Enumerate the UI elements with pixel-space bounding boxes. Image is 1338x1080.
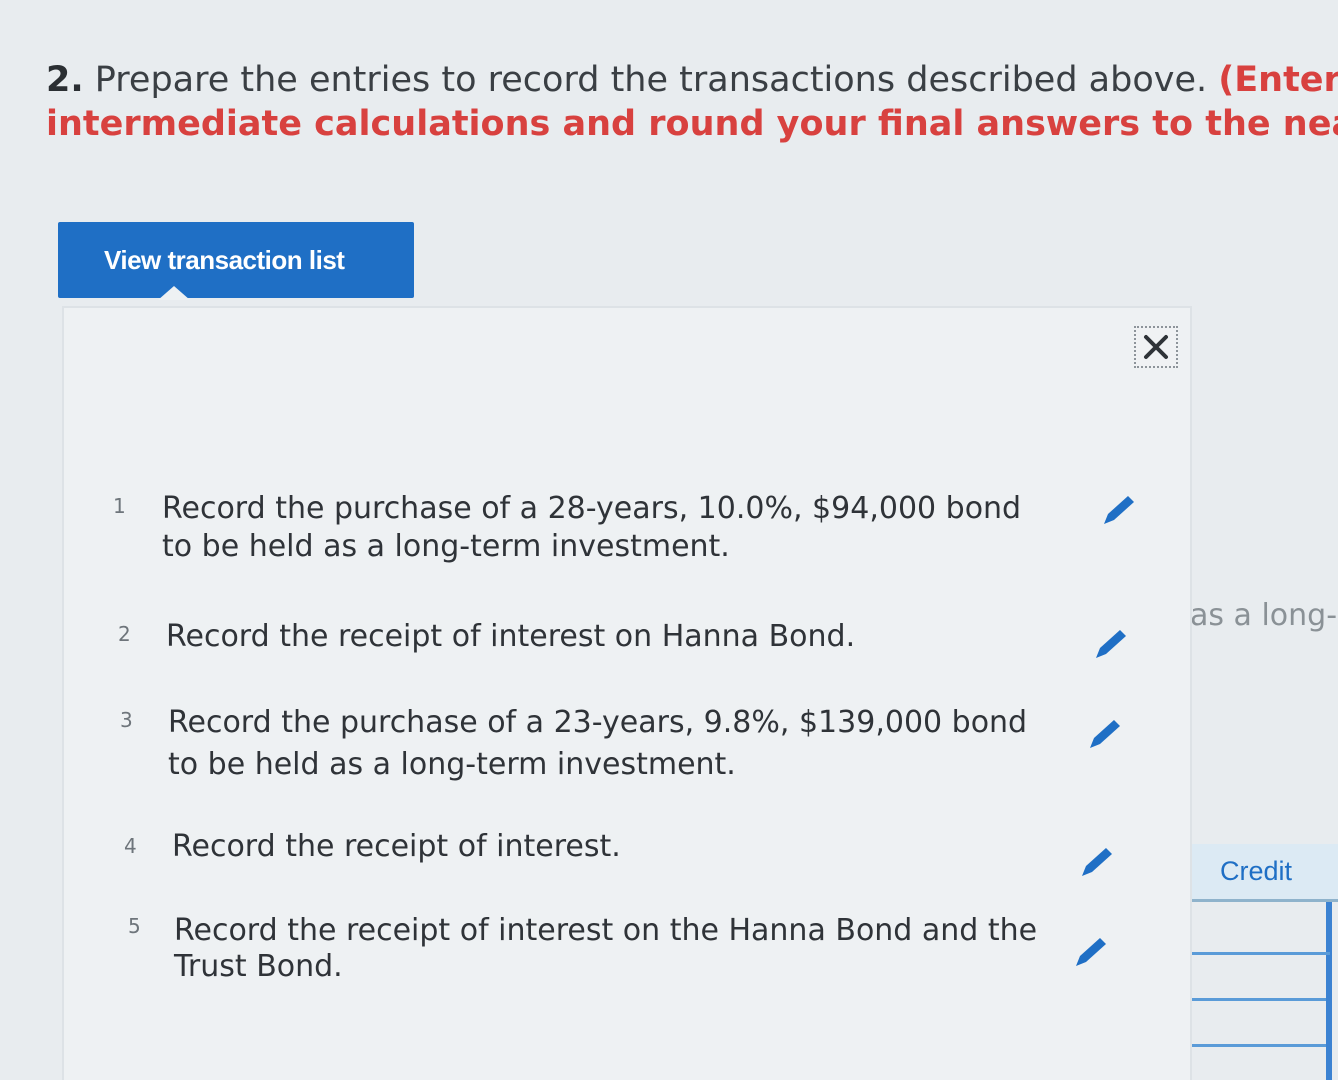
- transaction-number: 3: [120, 708, 133, 732]
- question-prompt: 2. Prepare the entries to record the tra…: [46, 58, 1338, 146]
- transaction-text: Record the receipt of interest.: [172, 829, 621, 864]
- credit-column-border: [1326, 902, 1332, 1080]
- popover-pointer: [158, 286, 190, 300]
- transaction-number: 1: [113, 494, 126, 518]
- transaction-text: Trust Bond.: [174, 949, 343, 984]
- question-text: Prepare the entries to record the transa…: [94, 60, 1208, 100]
- pencil-icon[interactable]: [1070, 932, 1110, 972]
- transaction-text: Record the purchase of a 28-years, 10.0%…: [162, 491, 1022, 526]
- close-button[interactable]: [1134, 326, 1178, 368]
- background-partial-text: as a long-: [1190, 598, 1338, 633]
- transaction-text: Record the purchase of a 23-years, 9.8%,…: [168, 705, 1028, 740]
- credit-column-header: Credit: [1174, 844, 1338, 902]
- view-transaction-list-label: View transaction list: [104, 244, 345, 275]
- view-transaction-list-button[interactable]: View transaction list: [58, 222, 414, 300]
- pencil-icon[interactable]: [1084, 714, 1124, 754]
- pencil-icon[interactable]: [1090, 624, 1130, 664]
- transaction-number: 5: [128, 914, 141, 938]
- question-number: 2.: [46, 60, 84, 100]
- instruction-text-1: (Enter all th: [1218, 60, 1338, 100]
- credit-input-line[interactable]: [1172, 952, 1330, 955]
- transaction-text: to be held as a long-term investment.: [162, 529, 730, 564]
- close-icon: [1144, 335, 1168, 359]
- transaction-text: Record the receipt of interest on Hanna …: [166, 619, 856, 654]
- transaction-number: 2: [118, 622, 131, 646]
- instruction-text-2: intermediate calculations and round your…: [46, 104, 1338, 144]
- pencil-icon[interactable]: [1076, 842, 1116, 882]
- transaction-text: Record the receipt of interest on the Ha…: [174, 913, 1038, 948]
- transaction-number: 4: [124, 834, 137, 858]
- transaction-text: to be held as a long-term investment.: [168, 747, 736, 782]
- pencil-icon[interactable]: [1098, 490, 1138, 530]
